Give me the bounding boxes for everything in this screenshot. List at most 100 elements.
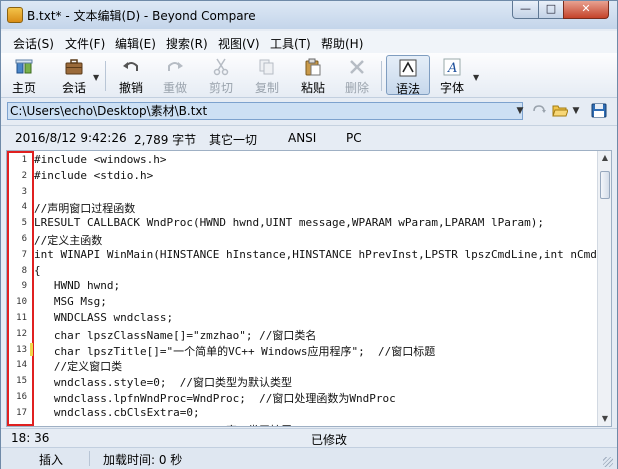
file-info-bar: 2016/8/12 9:42:26 2,789 字节 其它一切 ANSI PC [1, 125, 617, 150]
save-icon[interactable] [591, 103, 607, 118]
font-button[interactable]: A 字体 [435, 55, 469, 95]
file-path-input[interactable]: C:\Users\echo\Desktop\素材\B.txt [7, 102, 523, 120]
session-button[interactable]: 会话 [57, 55, 91, 95]
folder-open-icon[interactable] [552, 103, 568, 118]
line-number: 5 [21, 218, 27, 229]
line-number: 1 [21, 155, 27, 165]
font-dropdown-icon[interactable]: ▼ [473, 73, 479, 82]
menu-view[interactable]: 视图(V) [218, 35, 260, 52]
redo-icon [168, 62, 183, 71]
file-datetime: 2016/8/12 9:42:26 [15, 131, 127, 145]
menu-tools[interactable]: 工具(T) [270, 35, 311, 52]
code-area[interactable]: #include <windows.h> #include <stdio.h> //… [34, 151, 597, 426]
delete-button[interactable]: 删除 [339, 55, 375, 95]
code-line: WNDCLASS wndclass; [34, 311, 174, 324]
code-line: wndclass.lpfnWndProc=WndProc; //窗口处理函数为W… [34, 392, 396, 405]
app-window: B.txt* - 文本编辑(D) - Beyond Compare — □ ✕ … [0, 0, 618, 469]
menu-file[interactable]: 文件(F) [65, 35, 105, 52]
code-line: //定义主函数 [34, 234, 103, 247]
line-number: 16 [16, 392, 27, 402]
close-button[interactable]: ✕ [563, 1, 609, 19]
line-number: 6 [21, 234, 27, 244]
menu-help[interactable]: 帮助(H) [321, 35, 363, 52]
load-time: 加载时间: 0 秒 [103, 453, 183, 467]
refresh-icon[interactable] [531, 103, 547, 118]
toolbar-separator [105, 61, 106, 91]
modified-state: 已修改 [311, 433, 348, 447]
undo-icon [123, 62, 138, 71]
code-line: //定义窗口类 [34, 360, 123, 374]
line-number: 13 [16, 344, 27, 355]
code-line: wndclass.cbWndExtra=0; //窗口类无扩展 [34, 422, 292, 426]
path-bar: C:\Users\echo\Desktop\素材\B.txt ▼ ▼ [1, 98, 617, 124]
line-ending-selector[interactable]: PC [346, 131, 362, 145]
insert-mode: 插入 [39, 453, 64, 467]
app-icon [7, 7, 23, 23]
file-size: 2,789 字节 [134, 133, 197, 147]
open-dropdown-icon[interactable]: ▼ [569, 102, 583, 120]
path-history-dropdown-icon[interactable]: ▼ [513, 102, 527, 120]
line-number: 4 [21, 202, 27, 213]
copy-button[interactable]: 复制 [249, 55, 285, 95]
font-icon: A [443, 58, 461, 76]
scroll-up-icon[interactable]: ▲ [598, 151, 611, 165]
syntax-button[interactable]: 语法 [386, 55, 430, 96]
code-line: char lpszTitle[]="一个简单的VC++ Windows应用程序"… [34, 344, 436, 358]
vertical-scrollbar[interactable]: ▲ ▼ [597, 151, 611, 426]
toolbar: 主页 会话 ▼ 撤销 重做 剪切 复制 粘贴 删除 语法 A 字体 ▼ [1, 53, 617, 98]
scroll-thumb[interactable] [600, 171, 610, 199]
menu-bar: 会话(S) 文件(F) 编辑(E) 搜索(R) 视图(V) 工具(T) 帮助(H… [1, 31, 617, 53]
menu-session[interactable]: 会话(S) [13, 35, 54, 52]
code-line: wndclass.cbClsExtra=0; [34, 405, 200, 419]
modified-line-marker [30, 342, 33, 356]
paste-icon [305, 58, 321, 76]
copy-icon [259, 59, 274, 75]
status-divider [89, 451, 90, 466]
line-number: 2 [21, 170, 27, 181]
line-number: 9 [21, 281, 27, 292]
home-button[interactable]: 主页 [7, 55, 41, 95]
code-line: char lpszClassName[]="zmzhao"; //窗口类名 [34, 328, 317, 342]
line-number: 7 [21, 249, 27, 260]
title-bar[interactable]: B.txt* - 文本编辑(D) - Beyond Compare — □ ✕ [1, 1, 617, 29]
line-number: 17 [16, 407, 27, 418]
scissors-icon [213, 58, 229, 76]
code-line: int WINAPI WinMain(HINSTANCE hInstance,H… [34, 247, 597, 261]
code-line: LRESULT CALLBACK WndProc(HWND hwnd,UINT … [34, 216, 544, 230]
code-line: #include <windows.h> [34, 153, 167, 166]
toolbar-separator [381, 61, 382, 91]
line-number: 15 [16, 376, 27, 387]
delete-icon [350, 60, 364, 74]
code-line: HWND hwnd; [34, 279, 121, 293]
resize-grip[interactable] [603, 457, 613, 467]
menu-search[interactable]: 搜索(R) [166, 35, 208, 52]
line-number: 14 [16, 360, 27, 371]
maximize-button[interactable]: □ [538, 1, 564, 19]
format-selector[interactable]: 其它一切 [209, 131, 257, 148]
position-bar: 18: 36 已修改 [1, 428, 617, 447]
line-number: 10 [16, 297, 27, 308]
home-icon [15, 59, 33, 74]
minimize-button[interactable]: — [512, 1, 539, 19]
redo-button[interactable]: 重做 [157, 55, 193, 95]
window-title: B.txt* - 文本编辑(D) - Beyond Compare [27, 9, 256, 23]
undo-button[interactable]: 撤销 [113, 55, 149, 95]
briefcase-icon [65, 59, 83, 75]
code-line: //声明窗口过程函数 [34, 202, 136, 216]
line-number-gutter: 1 2 3 4 5 6 7 8 9 10 11 12 13 14 15 16 17 [7, 151, 31, 426]
session-dropdown-icon[interactable]: ▼ [93, 73, 99, 82]
code-line: wndclass.style=0; //窗口类型为默认类型 [34, 376, 292, 390]
code-line: #include <stdio.h> [34, 168, 154, 182]
status-bar: 插入 加载时间: 0 秒 [1, 447, 617, 469]
syntax-icon [399, 59, 417, 77]
scroll-down-icon[interactable]: ▼ [598, 412, 611, 426]
cut-button[interactable]: 剪切 [203, 55, 239, 95]
svg-text:A: A [447, 61, 457, 76]
line-number: 3 [21, 186, 27, 197]
line-number: 12 [16, 328, 27, 339]
text-editor[interactable]: 1 2 3 4 5 6 7 8 9 10 11 12 13 14 15 16 17 #include <wind… [6, 150, 612, 427]
encoding-selector[interactable]: ANSI [288, 131, 316, 145]
paste-button[interactable]: 粘贴 [295, 55, 331, 95]
menu-edit[interactable]: 编辑(E) [115, 35, 156, 52]
code-line: { [34, 263, 41, 277]
